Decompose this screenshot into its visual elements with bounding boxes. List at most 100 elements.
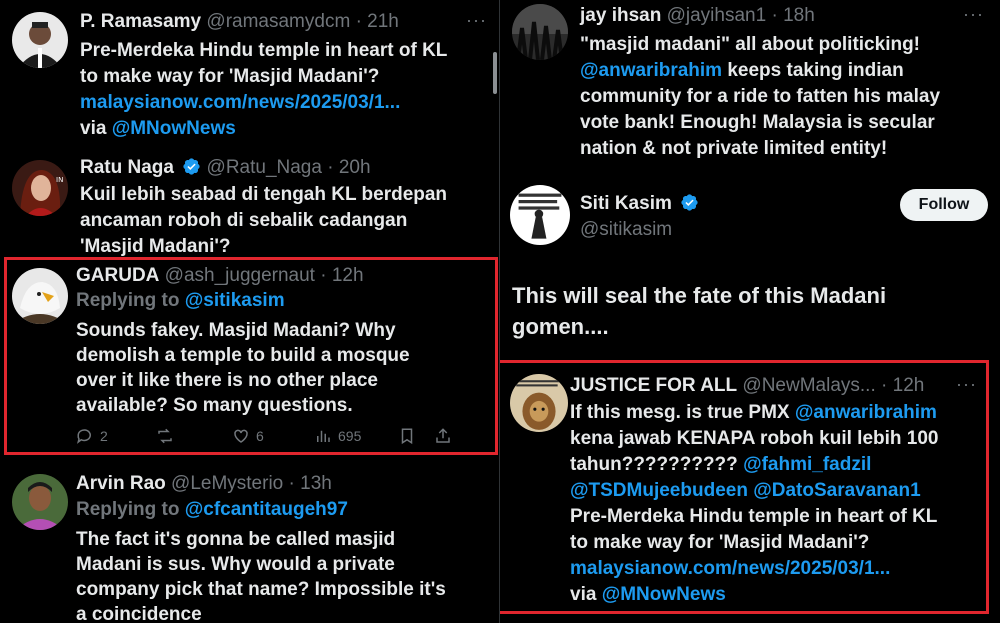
follow-button[interactable]: Follow [900,189,988,221]
article-link[interactable]: malaysianow.com/news/2025/03/1... [570,558,890,579]
view-count: 695 [338,428,362,444]
avatar-image-eagle [12,268,68,324]
avatar-image-siti [510,185,570,245]
author-handle[interactable]: @ash_juggernaut [165,265,315,286]
avatar[interactable] [12,12,68,68]
tweet-text: Sounds fakey. Masjid Madani? Why demolis… [76,318,496,418]
retweet-button[interactable] [156,427,232,445]
like-icon [234,429,248,443]
bookmark-icon [401,428,413,445]
retweet-icon [158,428,172,444]
mention-link[interactable]: @fahmi_fadzil [743,454,871,475]
timestamp[interactable]: · 12h [881,375,924,396]
author-handle[interactable]: @sitikasim [580,219,672,240]
avatar[interactable] [12,268,68,324]
tweet-text-line: Kuil lebih seabad di tengah KL berdepan [80,184,448,205]
tweet-text: If this mesg. is true PMX @anwaribrahim … [570,400,990,608]
tweet-text-line: company pick that name? Impossible it's [76,579,446,600]
author-handle[interactable]: @LeMysterio [171,473,283,494]
timestamp[interactable]: · 18h [771,5,814,26]
tweet-text-line: Madani is sus. Why would a private [76,554,395,575]
mention-link[interactable]: @TSDMujeebudeen [570,480,748,501]
left-timeline-column: P. Ramasamy @ramasamydcm · 21h ··· Pre-M… [0,0,500,623]
tweet-text-line: to make way for 'Masjid Madani'? [80,66,380,87]
more-icon[interactable]: ··· [956,374,977,395]
mention-link[interactable]: @anwaribrahim [795,402,937,423]
avatar[interactable] [510,185,570,245]
tweet-text-line: kena jawab KENAPA roboh kuil lebih 100 [570,428,939,449]
share-button[interactable] [434,427,452,445]
timestamp[interactable]: · 21h [356,11,399,32]
replying-to-mention[interactable]: @sitikasim [185,290,285,311]
more-icon[interactable]: ··· [963,4,984,25]
mention-link[interactable]: @MNowNews [112,118,236,139]
tweet-text: This will seal the fate of this Madani g… [512,280,972,342]
avatar-image-justice [510,374,568,432]
tweet-text-line: This will seal the fate of this Madani [512,283,887,308]
tweet-text-line: nation & not private limited entity! [580,138,888,159]
avatar-image-arvin [12,474,68,530]
right-timeline-column: jay ihsan @jayihsan1 · 18h ··· "masjid m… [500,0,1000,623]
tweet-jay-ihsan[interactable]: jay ihsan @jayihsan1 · 18h ··· "masjid m… [500,0,1000,170]
avatar[interactable] [510,374,568,432]
tweet-actions: 2 6 695 [76,423,460,449]
views-button[interactable]: 695 [314,427,398,445]
avatar[interactable]: IN [12,160,68,216]
timestamp[interactable]: · 12h [320,265,363,286]
tweet-text-line: community for a ride to fatten his malay [580,86,941,107]
replying-to: Replying to @cfcantitaugeh97 [76,499,348,520]
author-handle[interactable]: @NewMalays... [742,375,875,396]
author-handle[interactable]: @ramasamydcm [206,11,350,32]
author-name[interactable]: JUSTICE FOR ALL [570,375,737,396]
mention-link[interactable]: @MNowNews [602,584,726,605]
author-handle[interactable]: @jayihsan1 [667,5,767,26]
reply-icon [77,429,91,444]
verified-badge-icon [183,158,200,175]
tweet-text-line: "masjid madani" all about politicking! [580,34,921,55]
replying-to: Replying to @sitikasim [76,290,285,311]
tweet-text-line: gomen.... [512,314,609,339]
mention-link[interactable]: @anwaribrahim [580,60,722,81]
tweet-text-line: over it like there is no other place [76,370,378,391]
timestamp[interactable]: · 20h [327,157,370,178]
tweet-text-line: to make way for 'Masjid Madani'? [570,532,870,553]
author-name[interactable]: P. Ramasamy [80,11,201,32]
author-name[interactable]: Arvin Rao [76,473,166,494]
tweet-arvin-rao[interactable]: Arvin Rao @LeMysterio · 13h Replying to … [0,468,500,623]
author-name[interactable]: Ratu Naga [80,157,174,178]
author-name[interactable]: jay ihsan [580,5,661,26]
like-button[interactable]: 6 [232,427,314,445]
replying-to-mention[interactable]: @cfcantitaugeh97 [185,499,348,520]
timestamp[interactable]: · 13h [289,473,332,494]
author-name[interactable]: GARUDA [76,265,159,286]
avatar-image-ratu-naga: IN [12,160,68,216]
tweet-text-line: available? So many questions. [76,395,353,416]
tweet-text-line: vote bank! Enough! Malaysia is secular [580,112,935,133]
tweet-text: Pre-Merdeka Hindu temple in heart of KL … [80,38,500,142]
share-icon [436,428,450,443]
mention-link[interactable]: @DatoSaravanan1 [753,480,920,501]
tweet-garuda[interactable]: GARUDA @ash_juggernaut · 12h Replying to… [0,258,500,454]
tweet-ramasamy[interactable]: P. Ramasamy @ramasamydcm · 21h ··· Pre-M… [0,0,500,148]
verified-badge-icon [681,194,698,211]
reply-button[interactable]: 2 [76,427,156,445]
scrollbar[interactable] [493,52,497,94]
tweet-text-line: 'Masjid Madani'? [80,236,231,257]
author-handle[interactable]: @Ratu_Naga [207,157,322,178]
bookmark-button[interactable] [398,427,434,445]
tweet-text-line: ancaman roboh di sebalik cadangan [80,210,408,231]
article-link[interactable]: malaysianow.com/news/2025/03/1... [80,92,400,113]
tweet-justice-for-all[interactable]: JUSTICE FOR ALL @NewMalays... · 12h ··· … [500,362,1000,617]
views-icon [317,430,330,442]
author-name[interactable]: Siti Kasim [580,193,672,214]
tweet-text-line: Pre-Merdeka Hindu temple in heart of KL [80,40,448,61]
tweet-text-line: Sounds fakey. Masjid Madani? Why [76,320,396,341]
avatar-image-ramasamy [12,12,68,68]
tweet-text-line: demolish a temple to build a mosque [76,345,410,366]
avatar[interactable] [512,4,568,60]
svg-text:IN: IN [56,176,63,184]
tweet-ratu-naga[interactable]: IN Ratu Naga @Ratu_Naga · 20h Kuil lebih… [0,148,500,258]
via-text: via [80,118,112,139]
avatar[interactable] [12,474,68,530]
more-icon[interactable]: ··· [466,10,487,31]
